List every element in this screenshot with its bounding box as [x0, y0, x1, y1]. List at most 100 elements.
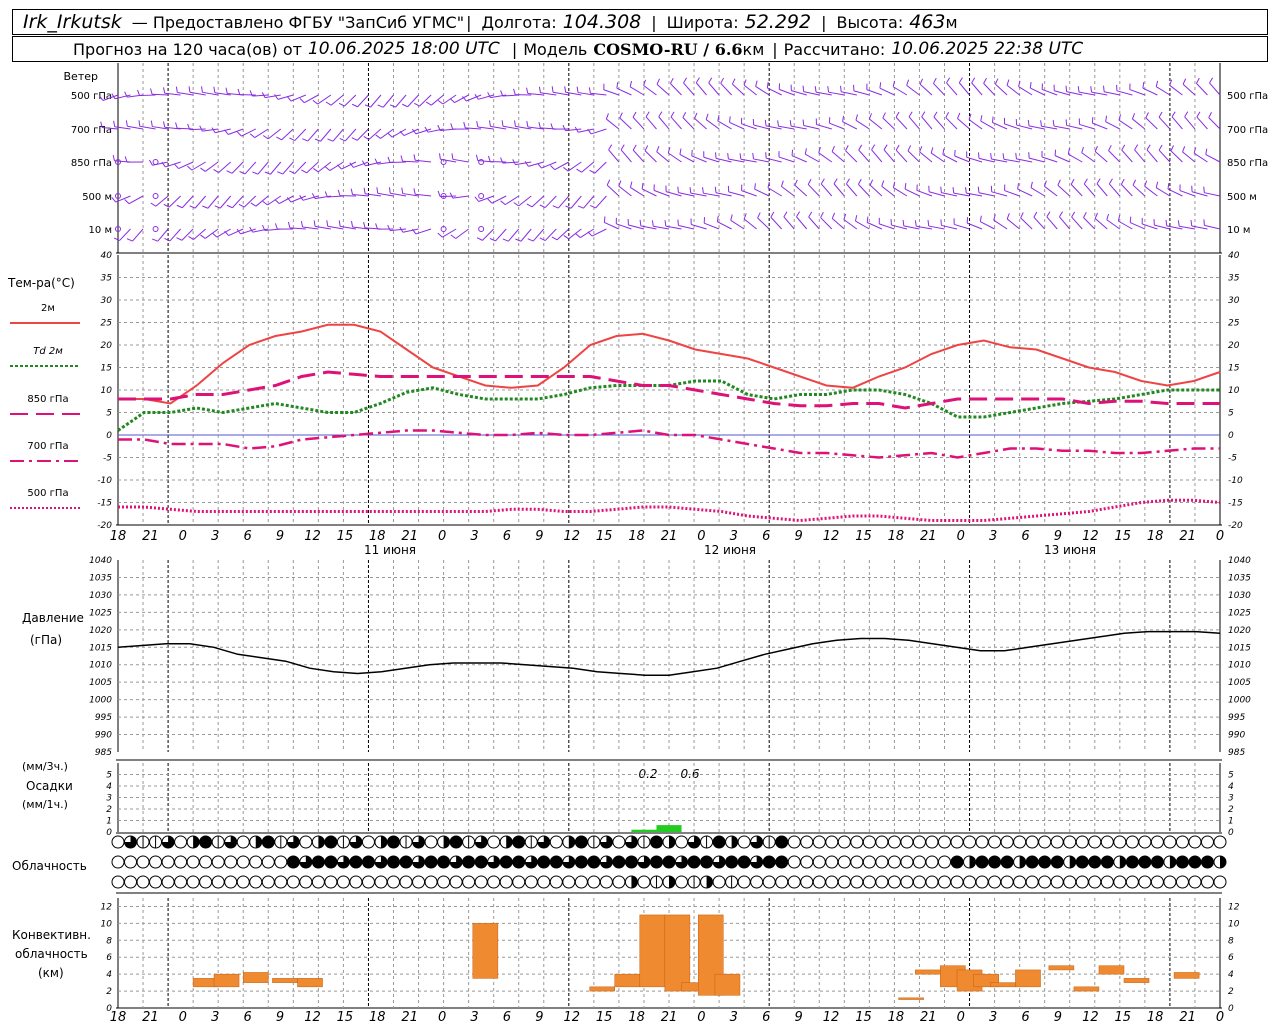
- wind-barb-shaft: [1134, 149, 1146, 163]
- wind-barb-feather: [1046, 211, 1051, 218]
- cloud-symbol-fill: [450, 836, 463, 848]
- cloud-symbol: [1038, 875, 1052, 889]
- wind-barb-feather: [1096, 178, 1101, 185]
- hour-tick-label-bottom: 0: [957, 1010, 965, 1024]
- wind-barb-feather: [175, 122, 178, 129]
- wind-barb-feather: [619, 112, 623, 119]
- temp-tick-left: 5: [106, 409, 112, 419]
- conv-tick-right: 4: [1228, 970, 1234, 980]
- wind-barb-shaft: [855, 119, 870, 130]
- temp-tick-right: 15: [1228, 364, 1240, 374]
- wind-barb-shaft: [403, 128, 419, 137]
- wind-barb-shaft: [518, 195, 532, 207]
- wind-barb-shaft: [779, 88, 795, 96]
- date-label: 13 июня: [1044, 543, 1096, 557]
- wind-barb-feather: [882, 112, 886, 119]
- wind-barb-shaft: [606, 118, 620, 130]
- cloud-symbol: [875, 855, 889, 869]
- cloud-symbol: [1013, 835, 1027, 849]
- wind-barb-feather: [476, 120, 479, 128]
- cloud-symbol-fill: [537, 856, 550, 868]
- cloud-symbol-fill: [625, 856, 638, 868]
- wind-barb-shaft: [656, 151, 670, 163]
- wind-barb-shaft: [1132, 118, 1146, 130]
- wind-barb-feather: [388, 187, 391, 194]
- wind-barb-feather: [933, 111, 938, 118]
- hour-tick-label-bottom: 9: [795, 1010, 803, 1024]
- cloud-symbol-fill: [575, 836, 588, 848]
- hour-tick-label: 12: [1082, 529, 1099, 544]
- cloud-symbol: [825, 875, 839, 889]
- cloud-symbol: [675, 875, 689, 889]
- wind-barb-feather: [783, 211, 788, 218]
- wind-barb-shaft: [595, 195, 607, 209]
- wind-barb-feather: [202, 205, 209, 209]
- wind-barb-shaft: [482, 228, 495, 241]
- cloud-symbol: [1163, 835, 1177, 849]
- cloud-symbol-half: [318, 836, 325, 848]
- precip-tick-left: 5: [106, 771, 112, 781]
- wind-barb-feather: [720, 77, 725, 84]
- hour-tick-label: 21: [401, 529, 418, 544]
- wind-barb-feather: [632, 111, 637, 118]
- wind-barb-feather: [187, 165, 193, 171]
- pressure-tick-left: 985: [95, 748, 112, 758]
- wind-barb-shaft: [1171, 116, 1183, 130]
- wind-barb-feather: [632, 144, 637, 151]
- temp-legend-label: 700 гПа: [27, 441, 68, 452]
- cloud-symbol: [737, 875, 751, 889]
- wind-barb-shaft: [883, 149, 895, 163]
- wind-barb-shaft: [1071, 216, 1083, 230]
- hour-tick-label-bottom: 3: [989, 1010, 997, 1024]
- hour-tick-label: 21: [920, 529, 937, 544]
- wind-barb-feather: [576, 86, 579, 93]
- cloud-symbol: [1075, 875, 1089, 889]
- wind-barb-feather: [276, 136, 282, 141]
- wind-barb-feather: [777, 120, 779, 127]
- wind-barb-shaft: [128, 195, 144, 205]
- wind-barb-feather: [766, 81, 769, 89]
- conv-cloud-bar: [898, 997, 924, 1000]
- wind-panel-title: Ветер: [64, 70, 98, 83]
- cloud-symbol: [224, 855, 238, 869]
- wind-barb-shaft: [139, 94, 156, 97]
- hour-tick-label-bottom: 6: [244, 1010, 252, 1024]
- wind-barb-feather: [350, 220, 354, 228]
- cloud-symbol: [274, 875, 288, 889]
- cloud-symbol: [862, 835, 876, 849]
- wind-barb-feather: [892, 181, 896, 188]
- wind-barb-shaft: [933, 116, 945, 130]
- wind-barb-shaft: [1146, 149, 1158, 163]
- wind-barb-feather: [339, 138, 346, 142]
- wind-barb-feather: [450, 123, 454, 130]
- cloud-symbol: [825, 835, 839, 849]
- conv-tick-left: 4: [106, 970, 112, 980]
- wind-barb-feather: [1083, 212, 1087, 218]
- wind-barb-shaft: [946, 82, 958, 96]
- wind-barb-feather: [225, 87, 228, 94]
- wind-barb-feather: [387, 132, 393, 138]
- wind-barb-shaft: [1209, 82, 1221, 96]
- wind-barb-shaft: [1079, 123, 1095, 130]
- wind-barb-feather: [1182, 146, 1186, 153]
- wind-barb-feather: [1190, 220, 1193, 227]
- cloud-symbol: [862, 875, 876, 889]
- wind-barb-shaft: [794, 184, 808, 197]
- wind-barb-feather: [489, 238, 496, 242]
- cloud-symbol: [887, 855, 901, 869]
- wind-barb-feather: [1106, 213, 1110, 220]
- wind-barb-feather: [907, 145, 912, 152]
- wind-barb-feather: [1196, 111, 1201, 118]
- wind-barb-shaft: [1170, 150, 1183, 163]
- wind-barb-shaft: [620, 149, 632, 163]
- conv-cloud-bar: [990, 982, 1016, 988]
- cloud-symbol-fill: [738, 856, 751, 868]
- wind-barb-feather: [868, 113, 872, 120]
- wind-barb-feather: [376, 187, 379, 194]
- cloud-symbol: [925, 835, 939, 849]
- wind-barb-shaft: [683, 82, 695, 96]
- cloud-symbol-fill: [775, 836, 788, 848]
- wind-barb-shaft: [783, 216, 795, 230]
- wind-barb-shaft: [1044, 185, 1058, 197]
- cloud-symbol: [975, 875, 989, 889]
